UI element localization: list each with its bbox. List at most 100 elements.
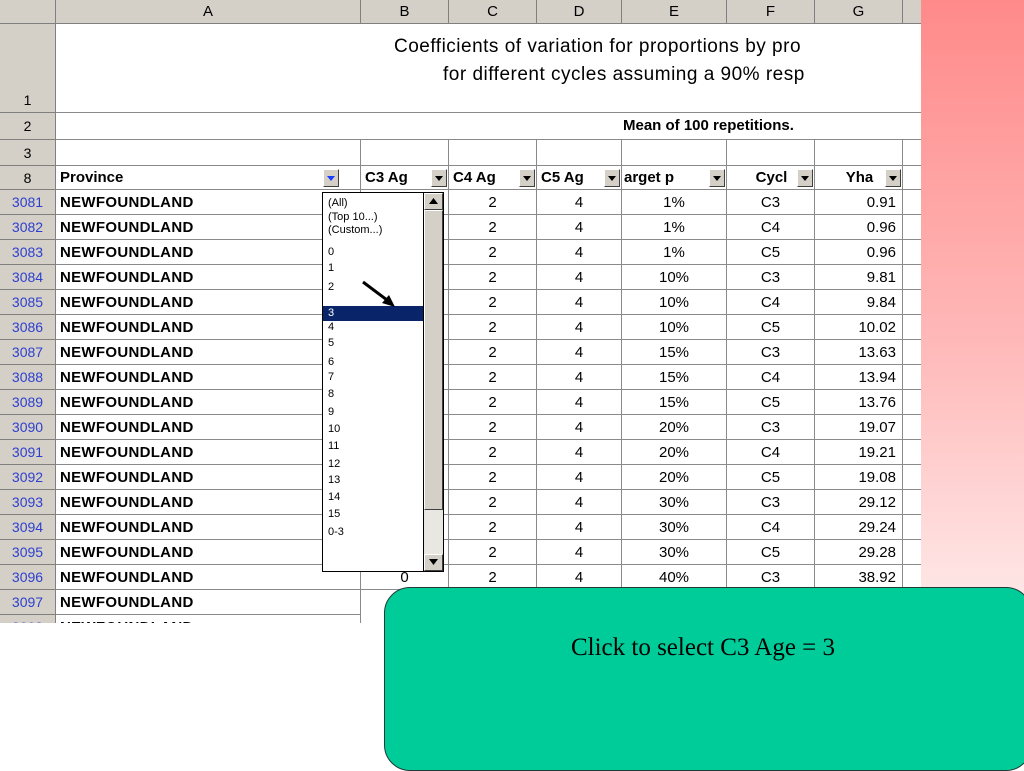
cell-province[interactable]: NEWFOUNDLAND — [56, 315, 361, 340]
column-header-a[interactable]: A — [56, 0, 361, 24]
cell-target[interactable]: 1% — [622, 190, 727, 215]
cell-c5[interactable]: 4 — [537, 340, 622, 365]
cell-c4[interactable]: 2 — [449, 540, 537, 565]
cell-cycle[interactable]: C5 — [727, 390, 815, 415]
cell-province[interactable]: NEWFOUNDLAND — [56, 190, 361, 215]
cell-partial[interactable] — [903, 215, 921, 240]
cell-c5[interactable]: 4 — [537, 540, 622, 565]
cell-target[interactable]: 10% — [622, 315, 727, 340]
cell-partial[interactable] — [903, 166, 921, 190]
cell-province[interactable]: NEWFOUNDLAND — [56, 590, 361, 615]
autofilter-dropdown-3[interactable] — [604, 169, 620, 187]
cell-yhat[interactable]: 13.76 — [815, 390, 903, 415]
filter-option[interactable]: 0-3 — [323, 526, 423, 539]
cell-province[interactable]: NEWFOUNDLAND — [56, 365, 361, 390]
filter-option[interactable]: 10 — [323, 423, 423, 436]
cell-target[interactable]: 10% — [622, 265, 727, 290]
cell-yhat[interactable]: 29.24 — [815, 515, 903, 540]
cell-c4[interactable]: 2 — [449, 215, 537, 240]
cell-province[interactable]: NEWFOUNDLAND — [56, 340, 361, 365]
cell-yhat[interactable]: 0.96 — [815, 240, 903, 265]
row-header-3098[interactable]: 3098 — [0, 615, 56, 623]
row-header-3095[interactable]: 3095 — [0, 540, 56, 565]
cell-cycle[interactable]: C4 — [727, 290, 815, 315]
cell-c5[interactable]: 4 — [537, 240, 622, 265]
cell-cycle[interactable]: C3 — [727, 415, 815, 440]
row-header-3090[interactable]: 3090 — [0, 415, 56, 440]
cell-cycle[interactable]: C3 — [727, 490, 815, 515]
cell-partial[interactable] — [903, 490, 921, 515]
cell-c5[interactable]: 4 — [537, 390, 622, 415]
column-header-f[interactable]: F — [727, 0, 815, 24]
column-header-e[interactable]: E — [622, 0, 727, 24]
filter-option[interactable]: 8 — [323, 388, 423, 401]
cell-c4[interactable]: 2 — [449, 490, 537, 515]
cell-province[interactable]: NEWFOUNDLAND — [56, 390, 361, 415]
filter-option[interactable]: 4 — [323, 321, 423, 334]
cell-yhat[interactable]: 9.84 — [815, 290, 903, 315]
row-header-3097[interactable]: 3097 — [0, 590, 56, 615]
cell-partial[interactable] — [903, 415, 921, 440]
cell-c5[interactable]: 4 — [537, 465, 622, 490]
autofilter-dropdown-1[interactable] — [431, 169, 447, 187]
filter-option[interactable]: 11 — [323, 440, 423, 453]
row-header-3092[interactable]: 3092 — [0, 465, 56, 490]
cell-yhat[interactable]: 0.96 — [815, 215, 903, 240]
cell-cycle[interactable]: C5 — [727, 315, 815, 340]
cell-c4[interactable]: 2 — [449, 515, 537, 540]
scroll-up-button[interactable] — [424, 193, 443, 210]
row-header-3087[interactable]: 3087 — [0, 340, 56, 365]
cell-province[interactable]: NEWFOUNDLAND — [56, 240, 361, 265]
cell-yhat[interactable]: 10.02 — [815, 315, 903, 340]
cell-c4[interactable]: 2 — [449, 340, 537, 365]
cell-target[interactable]: 20% — [622, 465, 727, 490]
row-header-3086[interactable]: 3086 — [0, 315, 56, 340]
column-header-partial[interactable] — [903, 0, 921, 24]
select-all-corner[interactable] — [0, 0, 56, 24]
cell-c4[interactable]: 2 — [449, 290, 537, 315]
cell-c4[interactable]: 2 — [449, 465, 537, 490]
cell-province[interactable]: NEWFOUNDLAND — [56, 515, 361, 540]
autofilter-dropdown-2[interactable] — [519, 169, 535, 187]
cell-province[interactable]: NEWFOUNDLAND — [56, 415, 361, 440]
cell-c4[interactable]: 2 — [449, 240, 537, 265]
cell-yhat[interactable]: 19.08 — [815, 465, 903, 490]
filter-list-scrollbar[interactable] — [424, 192, 444, 572]
row-header-8[interactable]: 8 — [0, 166, 56, 190]
column-header-b[interactable]: B — [361, 0, 449, 24]
cell-target[interactable]: 20% — [622, 415, 727, 440]
cell-target[interactable]: 15% — [622, 390, 727, 415]
cell-province[interactable]: NEWFOUNDLAND — [56, 465, 361, 490]
cell-cycle[interactable]: C4 — [727, 365, 815, 390]
cell-c4[interactable]: 2 — [449, 315, 537, 340]
cell-partial[interactable] — [903, 340, 921, 365]
scroll-down-button[interactable] — [424, 554, 443, 571]
cell-target[interactable]: 30% — [622, 490, 727, 515]
row-header-3096[interactable]: 3096 — [0, 565, 56, 590]
cell-province[interactable]: NEWFOUNDLAND — [56, 540, 361, 565]
cell-target[interactable]: 15% — [622, 340, 727, 365]
row-header-3088[interactable]: 3088 — [0, 365, 56, 390]
cell-partial[interactable] — [903, 290, 921, 315]
cell-province[interactable]: NEWFOUNDLAND — [56, 615, 361, 623]
cell-target[interactable]: 20% — [622, 440, 727, 465]
filter-option[interactable]: (Top 10...) — [323, 211, 423, 224]
cell-target[interactable]: 1% — [622, 240, 727, 265]
cell-c5[interactable]: 4 — [537, 265, 622, 290]
column-header-c[interactable]: C — [449, 0, 537, 24]
cell-yhat[interactable]: 19.21 — [815, 440, 903, 465]
column-header-g[interactable]: G — [815, 0, 903, 24]
cell-province[interactable]: NEWFOUNDLAND — [56, 490, 361, 515]
cell-c5[interactable]: 4 — [537, 415, 622, 440]
cell-c4[interactable]: 2 — [449, 440, 537, 465]
cell-partial[interactable] — [903, 315, 921, 340]
cell-target[interactable]: 15% — [622, 365, 727, 390]
field-header-0[interactable]: Province — [56, 166, 361, 190]
cell-c4[interactable]: 2 — [449, 190, 537, 215]
cell-target[interactable]: 30% — [622, 515, 727, 540]
cell-c5[interactable]: 4 — [537, 190, 622, 215]
filter-option[interactable]: 7 — [323, 371, 423, 384]
cell-c5[interactable]: 4 — [537, 215, 622, 240]
cell-cycle[interactable]: C4 — [727, 215, 815, 240]
row-header-3091[interactable]: 3091 — [0, 440, 56, 465]
